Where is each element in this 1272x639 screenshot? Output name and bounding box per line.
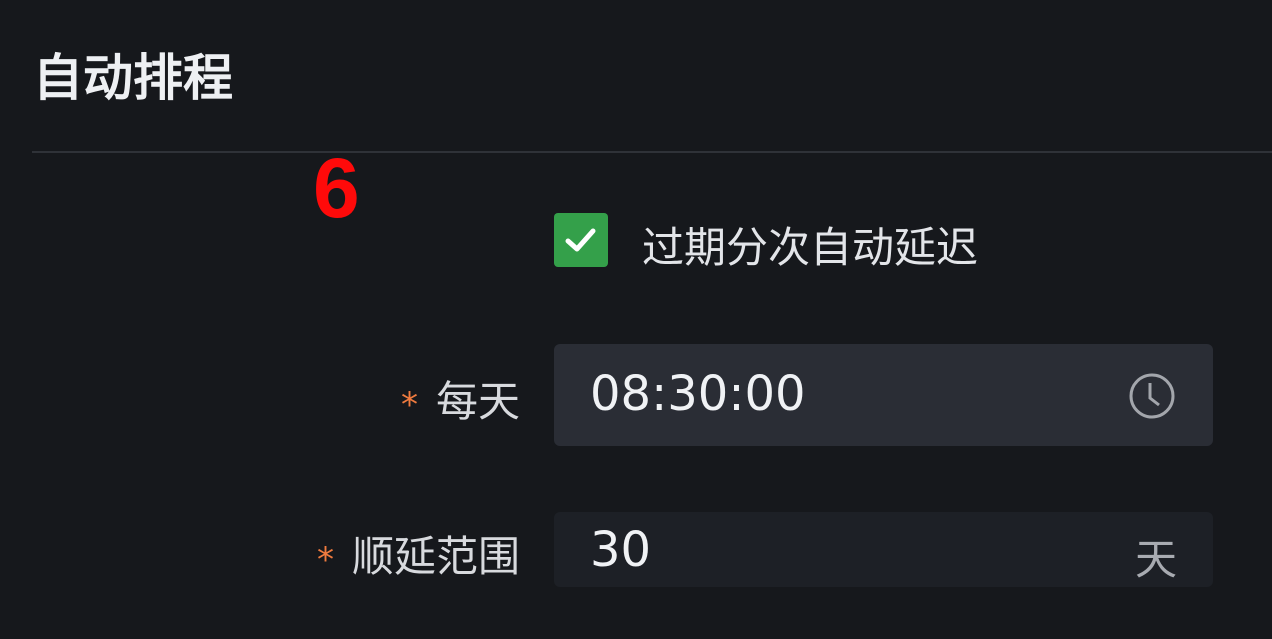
daily-time-label: * 每天 xyxy=(401,368,520,429)
required-mark: * xyxy=(316,540,334,580)
daily-time-value: 08:30:00 xyxy=(590,366,806,422)
delay-range-value: 30 xyxy=(590,522,652,578)
daily-time-label-text: 每天 xyxy=(435,377,520,426)
auto-delay-label[interactable]: 过期分次自动延迟 xyxy=(642,214,978,275)
required-mark: * xyxy=(400,385,418,425)
annotation-marker: 6 xyxy=(313,141,360,235)
auto-delay-checkbox[interactable] xyxy=(554,213,608,267)
checkmark-icon xyxy=(565,228,596,252)
clock-icon[interactable] xyxy=(1128,372,1176,420)
section-title: 自动排程 xyxy=(33,49,233,107)
daily-time-picker[interactable]: 08:30:00 xyxy=(554,344,1213,446)
delay-range-label: * 顺延范围 xyxy=(317,523,520,584)
divider xyxy=(32,151,1272,153)
delay-range-unit: 天 xyxy=(1134,535,1177,584)
delay-range-input[interactable]: 30 天 xyxy=(554,512,1213,587)
delay-range-label-text: 顺延范围 xyxy=(351,532,520,581)
